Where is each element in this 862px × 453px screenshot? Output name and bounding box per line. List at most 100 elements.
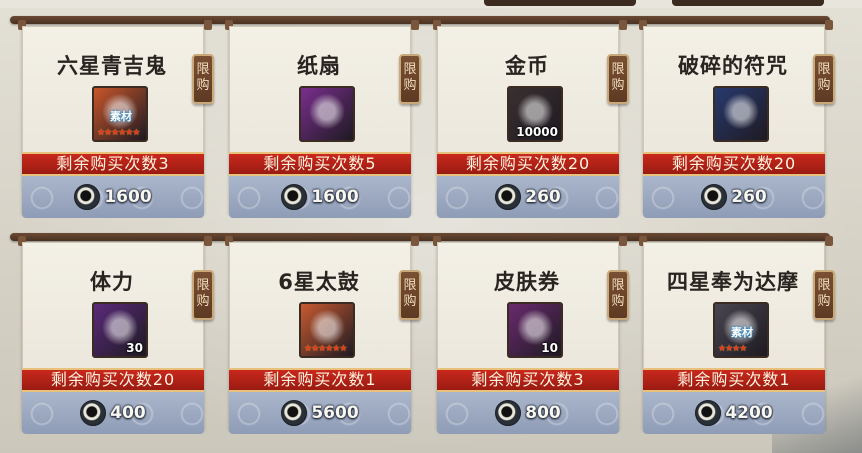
limit-tag-char: 限 [196,278,210,293]
item-quantity: 30 [126,341,143,355]
item-name: 体力 [90,270,134,294]
limit-tag-char: 限 [403,62,417,77]
remaining-purchases: 剩余购买次数3 [437,368,619,392]
price-button[interactable]: 5600 [229,400,411,426]
item-quantity: 10000 [516,125,558,139]
hook [411,236,419,246]
magatama-currency-icon [74,184,101,210]
hook [411,20,419,30]
item-name: 纸扇 [297,54,341,78]
magatama-currency-icon [495,400,522,426]
magatama-currency-icon [695,400,722,426]
limit-tag-char: 限 [817,278,831,293]
item-name: 六星青吉鬼 [57,54,167,78]
shop-item-card[interactable]: 体力 限 购 30 剩余购买次数20 400 [16,236,214,434]
limit-tag-char: 购 [817,78,831,93]
limit-tag-char: 购 [611,294,625,309]
price-value: 800 [525,403,561,423]
price-button[interactable]: 260 [643,184,825,210]
limited-purchase-tag: 限 购 [607,270,629,320]
broken-charm-icon[interactable] [713,86,769,142]
magatama-currency-icon [495,184,522,210]
paper-fan-icon[interactable] [299,86,355,142]
limited-purchase-tag: 限 购 [813,54,835,104]
shop-item-card[interactable]: 四星奉为达摩 限 购 素材 ★★★★ 剩余购买次数1 4200 [637,236,835,434]
star-rating: ★★★★★★ [304,344,347,354]
limit-tag-char: 购 [196,78,210,93]
taiko-drum-icon[interactable]: ★★★★★★ [299,302,355,358]
stamina-sushi-icon[interactable]: 30 [92,302,148,358]
limit-tag-char: 限 [611,62,625,77]
price-value: 1600 [311,187,359,207]
skin-ticket-icon[interactable]: 10 [507,302,563,358]
daruma-icon[interactable]: 素材 ★★★★ [713,302,769,358]
item-name: 四星奉为达摩 [667,270,799,294]
limit-tag-char: 限 [611,278,625,293]
price-value: 5600 [311,403,359,423]
limit-tag-char: 购 [817,294,831,309]
gold-coin-icon[interactable]: 10000 [507,86,563,142]
hanging-rod [10,16,830,24]
price-value: 260 [731,187,767,207]
magatama-currency-icon [281,184,308,210]
hook [204,20,212,30]
remaining-purchases: 剩余购买次数20 [22,368,204,392]
remaining-purchases: 剩余购买次数5 [229,152,411,176]
shop-item-card[interactable]: 金币 限 购 10000 剩余购买次数20 260 [431,20,629,218]
magatama-currency-icon [281,400,308,426]
price-value: 400 [110,403,146,423]
hook [204,236,212,246]
shop-item-card[interactable]: 6星太鼓 限 购 ★★★★★★ 剩余购买次数1 5600 [223,236,421,434]
hook [619,236,627,246]
remaining-purchases: 剩余购买次数20 [437,152,619,176]
limited-purchase-tag: 限 购 [399,270,421,320]
magatama-currency-icon [701,184,728,210]
item-name: 金币 [505,54,549,78]
limited-purchase-tag: 限 购 [192,54,214,104]
hook [825,20,833,30]
shop-item-card[interactable]: 纸扇 限 购 剩余购买次数5 1600 [223,20,421,218]
price-button[interactable]: 4200 [643,400,825,426]
material-badge: 素材 [731,326,753,339]
hanging-rod [10,233,830,241]
magatama-currency-icon [80,400,107,426]
price-value: 4200 [725,403,773,423]
top-bar [0,0,862,8]
shop-item-card[interactable]: 六星青吉鬼 限 购 素材 ★★★★★★ 剩余购买次数3 1600 [16,20,214,218]
star-rating: ★★★★★★ [97,128,140,138]
limit-tag-char: 购 [196,294,210,309]
limited-purchase-tag: 限 购 [399,54,421,104]
hook [619,20,627,30]
item-name: 破碎的符咒 [678,54,788,78]
price-value: 260 [525,187,561,207]
material-badge: 素材 [110,110,132,123]
item-name: 6星太鼓 [278,270,360,294]
item-quantity: 10 [541,341,558,355]
remaining-purchases: 剩余购买次数3 [22,152,204,176]
price-value: 1600 [104,187,152,207]
green-ghost-icon[interactable]: 素材 ★★★★★★ [92,86,148,142]
remaining-purchases: 剩余购买次数1 [229,368,411,392]
limited-purchase-tag: 限 购 [813,270,835,320]
limit-tag-char: 购 [403,294,417,309]
limit-tag-char: 限 [403,278,417,293]
limit-tag-char: 购 [403,78,417,93]
item-name: 皮肤券 [494,270,560,294]
price-button[interactable]: 260 [437,184,619,210]
star-rating: ★★★★ [718,344,747,354]
top-tab[interactable] [484,0,636,6]
remaining-purchases: 剩余购买次数1 [643,368,825,392]
limited-purchase-tag: 限 购 [192,270,214,320]
remaining-purchases: 剩余购买次数20 [643,152,825,176]
price-button[interactable]: 1600 [22,184,204,210]
price-button[interactable]: 800 [437,400,619,426]
shop-item-card[interactable]: 皮肤券 限 购 10 剩余购买次数3 800 [431,236,629,434]
limit-tag-char: 购 [611,78,625,93]
shop-item-card[interactable]: 破碎的符咒 限 购 剩余购买次数20 260 [637,20,835,218]
hook [825,236,833,246]
top-tab[interactable] [672,0,824,6]
limit-tag-char: 限 [817,62,831,77]
price-button[interactable]: 400 [22,400,204,426]
price-button[interactable]: 1600 [229,184,411,210]
limit-tag-char: 限 [196,62,210,77]
